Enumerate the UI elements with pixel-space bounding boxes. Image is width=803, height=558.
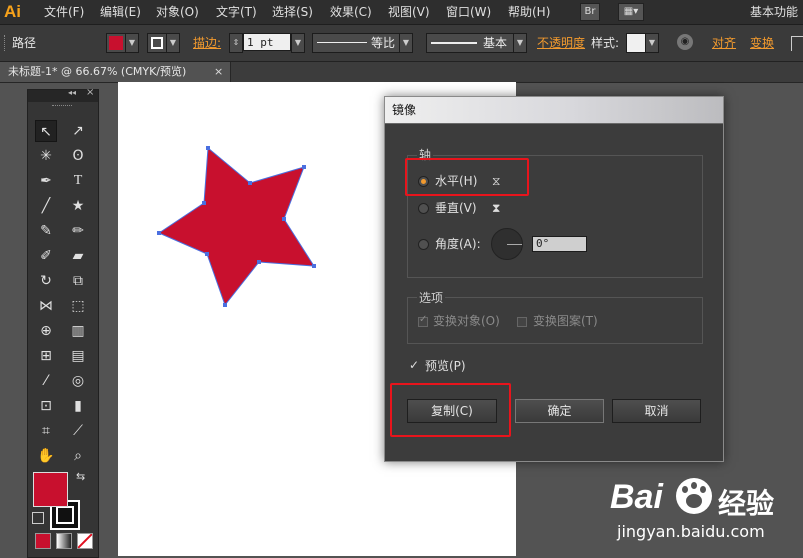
line-tool-icon[interactable]: ╱ — [35, 195, 57, 217]
symbol-sprayer-tool-icon[interactable]: ⊡ — [35, 395, 57, 417]
shape-builder-tool-icon[interactable]: ⊕ — [35, 320, 57, 342]
pencil-tool-icon[interactable]: ✏ — [67, 220, 89, 242]
direct-selection-tool-icon[interactable]: ↗ — [67, 120, 89, 142]
eyedropper-tool-icon[interactable]: ⁄ — [35, 370, 57, 392]
default-colors-icon[interactable] — [32, 512, 44, 524]
collapse-panel-icon[interactable]: ◂◂ — [68, 88, 76, 97]
angle-label[interactable]: 角度(A): — [435, 236, 481, 252]
horizontal-option-highlight — [405, 158, 529, 196]
anchor-point — [202, 201, 206, 205]
angle-radio[interactable] — [418, 239, 429, 250]
options-group-label: 选项 — [417, 289, 446, 306]
anchor-point — [248, 181, 252, 185]
gradient-mode-icon[interactable] — [56, 533, 72, 549]
preview-label[interactable]: 预览(P) — [425, 358, 466, 374]
gradient-tool-icon[interactable]: ▤ — [67, 345, 89, 367]
close-panel-icon[interactable]: × — [86, 87, 94, 98]
graph-tool-icon[interactable]: ▮ — [67, 395, 89, 417]
baidu-jingyan-watermark: Bai 经验 jingyan.baidu.com — [560, 468, 803, 556]
none-mode-icon[interactable] — [77, 533, 93, 549]
tools-panel-header[interactable]: ◂◂ × — [28, 87, 98, 102]
paw-logo-icon — [676, 478, 712, 514]
hand-tool-icon[interactable]: ✋ — [35, 445, 57, 467]
anchor-point — [206, 146, 210, 150]
free-transform-tool-icon[interactable]: ⬚ — [67, 295, 89, 317]
blob-brush-tool-icon[interactable]: ✐ — [35, 245, 57, 267]
star-tool-icon[interactable]: ★ — [67, 195, 89, 217]
angle-dial[interactable] — [491, 228, 523, 260]
blend-tool-icon[interactable]: ◎ — [67, 370, 89, 392]
watermark-brand: Bai — [610, 478, 663, 516]
zoom-tool-icon[interactable]: ⌕ — [67, 445, 89, 467]
anchor-point — [257, 260, 261, 264]
anchor-point — [282, 217, 286, 221]
dialog-title-bar[interactable]: 镜像 — [385, 97, 723, 124]
anchor-point — [312, 264, 316, 268]
copy-button-highlight — [390, 383, 511, 437]
angle-input[interactable]: 0° — [532, 236, 587, 252]
perspective-grid-tool-icon[interactable]: ▥ — [67, 320, 89, 342]
anchor-point — [302, 165, 306, 169]
transform-patterns-checkbox[interactable] — [517, 317, 527, 327]
slice-tool-icon[interactable]: ⟋ — [67, 420, 89, 442]
vertical-label[interactable]: 垂直(V) — [435, 200, 477, 216]
preview-checkbox[interactable]: ✓ — [409, 359, 421, 371]
vertical-axis-icon: ⧗ — [492, 201, 501, 215]
selection-tool-icon[interactable]: ↖ — [35, 120, 57, 142]
lasso-tool-icon[interactable]: ʘ — [67, 145, 89, 167]
transform-objects-label[interactable]: 变换对象(O) — [433, 313, 500, 329]
stroke-inner-icon — [56, 506, 74, 524]
star-shape[interactable] — [157, 146, 315, 307]
panel-grip[interactable] — [52, 105, 72, 109]
watermark-url: jingyan.baidu.com — [617, 522, 765, 541]
paintbrush-tool-icon[interactable]: ✎ — [35, 220, 57, 242]
vertical-radio[interactable] — [418, 203, 429, 214]
anchor-point — [223, 303, 227, 307]
tools-panel: ◂◂ × ↖ ↗ ✳ ʘ ✒ T ╱ ★ ✎ ✏ ✐ ▰ ↻ ⧉ ⋈ ⬚ ⊕ ▥… — [27, 87, 99, 558]
artboard-tool-icon[interactable]: ⌗ — [35, 420, 57, 442]
cancel-button[interactable]: 取消 — [612, 399, 701, 423]
rotate-tool-icon[interactable]: ↻ — [35, 270, 57, 292]
transform-patterns-label[interactable]: 变换图案(T) — [533, 313, 598, 329]
type-tool-icon[interactable]: T — [67, 170, 89, 192]
ok-button[interactable]: 确定 — [515, 399, 604, 423]
pen-tool-icon[interactable]: ✒ — [35, 170, 57, 192]
angle-dial-pointer — [507, 244, 522, 245]
mesh-tool-icon[interactable]: ⊞ — [35, 345, 57, 367]
dialog-title: 镜像 — [392, 103, 417, 117]
eraser-tool-icon[interactable]: ▰ — [67, 245, 89, 267]
transform-objects-checkbox[interactable]: ✓ — [418, 314, 428, 327]
swap-colors-icon[interactable]: ⇆ — [76, 470, 85, 483]
anchor-point — [205, 252, 209, 256]
magic-wand-tool-icon[interactable]: ✳ — [35, 145, 57, 167]
watermark-brand-cn: 经验 — [718, 487, 775, 520]
width-tool-icon[interactable]: ⋈ — [35, 295, 57, 317]
anchor-point — [157, 231, 161, 235]
color-mode-icon[interactable] — [35, 533, 51, 549]
fill-color-box[interactable] — [33, 472, 68, 507]
scale-tool-icon[interactable]: ⧉ — [67, 270, 89, 292]
